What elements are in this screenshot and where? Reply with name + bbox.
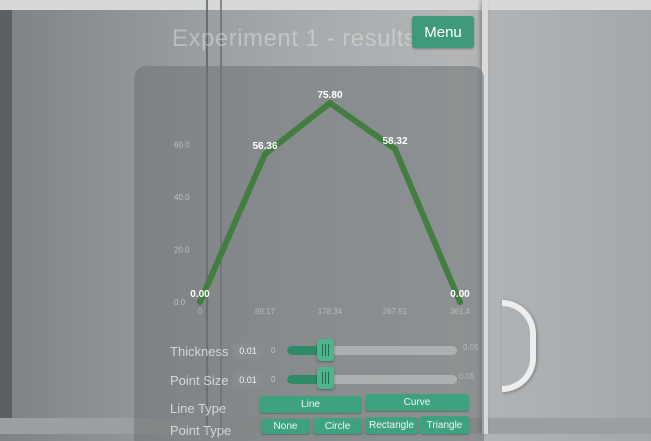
line-type-line-button[interactable]: Line [259, 396, 362, 413]
thickness-slider-thumb[interactable] [317, 339, 334, 361]
background-wall [0, 0, 12, 434]
point-type-circle-button[interactable]: Circle [313, 418, 362, 434]
thickness-max-label: 0.05 [463, 343, 479, 352]
thickness-min-label: 0 [271, 346, 276, 355]
cabinet-handle [502, 300, 536, 392]
point-size-min-label: 0 [271, 375, 276, 384]
point-size-max-label: 0.05 [459, 372, 475, 381]
thickness-slider-fill [287, 346, 321, 355]
point-type-triangle-button[interactable]: Triangle [420, 416, 469, 434]
thickness-label: Thickness [170, 344, 229, 359]
point-size-value-field[interactable]: 0.01 [233, 372, 263, 388]
point-size-slider-track[interactable] [287, 375, 457, 384]
point-type-label: Point Type [170, 423, 232, 438]
point-type-rectangle-button[interactable]: Rectangle [365, 417, 418, 434]
point-size-slider-fill [287, 375, 321, 384]
point-size-slider-thumb[interactable] [317, 367, 334, 389]
menu-button[interactable]: Menu [412, 16, 474, 48]
thickness-value-field[interactable]: 0.01 [233, 343, 263, 359]
point-size-label: Point Size [170, 373, 229, 388]
background-ceiling [0, 0, 651, 10]
point-type-none-button[interactable]: None [261, 419, 310, 434]
line-type-curve-button[interactable]: Curve [365, 394, 469, 411]
page-title: Experiment 1 - results [172, 25, 417, 52]
line-type-label: Line Type [170, 401, 227, 416]
thickness-slider-track[interactable] [287, 346, 457, 355]
